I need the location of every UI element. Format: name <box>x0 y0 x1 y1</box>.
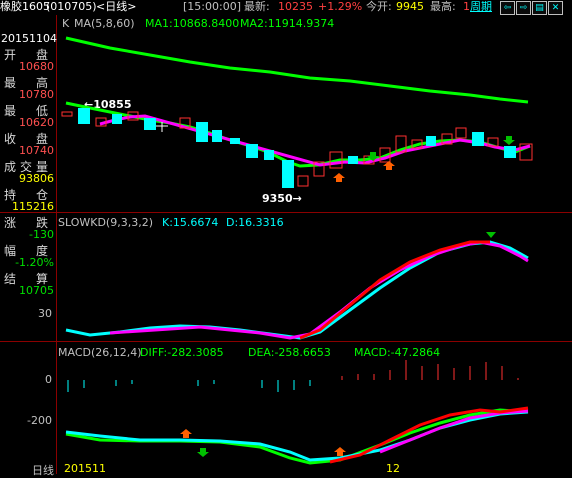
macd-buy-arrow-icon <box>180 429 192 438</box>
kd-k-line-up <box>299 240 490 340</box>
candle <box>230 138 240 144</box>
sell-arrow-icon <box>503 136 515 145</box>
ma60-line <box>65 36 529 104</box>
candle <box>246 144 258 158</box>
kd-k-line <box>109 240 529 340</box>
buy-arrow-icon <box>333 173 345 182</box>
macd-sell-arrow-icon <box>197 448 209 457</box>
kd-sell-arrow-icon <box>486 232 496 238</box>
candle <box>212 130 222 142</box>
candle <box>504 146 516 158</box>
candle <box>455 127 467 139</box>
candle <box>112 114 122 124</box>
candle <box>196 122 208 142</box>
macd-dea-magenta <box>379 409 529 454</box>
macd-diff-red <box>329 406 529 464</box>
candlesticks <box>61 108 533 188</box>
candle <box>282 160 294 188</box>
candle <box>472 132 484 146</box>
candle <box>61 111 73 117</box>
candle <box>78 108 90 124</box>
candle <box>297 175 309 187</box>
macd-buy-arrow-icon <box>334 447 346 456</box>
kd-d-line <box>65 240 529 340</box>
kline-chart-canvas[interactable] <box>0 0 572 474</box>
candle <box>348 156 358 164</box>
macd-histogram <box>67 360 519 392</box>
candle <box>144 118 156 130</box>
candle <box>426 136 436 146</box>
candle <box>264 150 274 160</box>
